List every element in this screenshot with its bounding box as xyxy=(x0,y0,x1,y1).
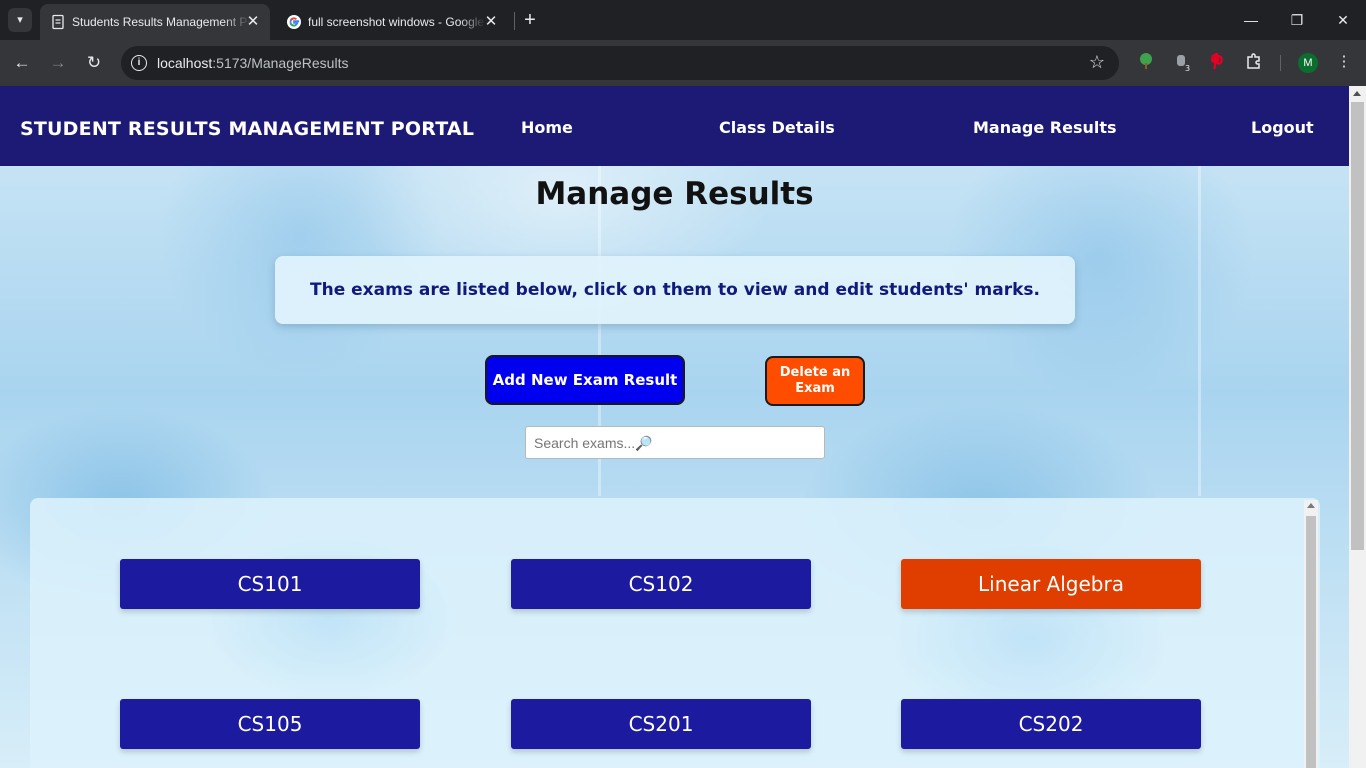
tab-title: Students Results Management Portal xyxy=(72,15,250,29)
nav-home-link[interactable]: Home xyxy=(521,118,573,137)
new-tab-plus-icon[interactable]: + xyxy=(520,8,540,32)
tab-title: full screenshot windows - Google Search xyxy=(308,15,486,29)
scrollbar-thumb[interactable] xyxy=(1306,516,1316,768)
add-exam-result-button[interactable]: Add New Exam Result xyxy=(485,355,685,405)
pinterest-extension-icon[interactable] xyxy=(1208,52,1228,72)
page-viewport: STUDENT RESULTS MANAGEMENT PORTAL Home C… xyxy=(0,86,1366,768)
puzzle-extensions-icon[interactable] xyxy=(1244,52,1264,72)
tab-separator xyxy=(514,12,515,30)
exam-card[interactable]: CS201 xyxy=(511,699,811,749)
page-title: Manage Results xyxy=(535,176,814,212)
bookmark-star-icon[interactable]: ☆ xyxy=(1089,52,1105,73)
tab-search-chevron-icon[interactable]: ▾ xyxy=(8,8,32,32)
scroll-up-arrow-icon[interactable] xyxy=(1353,91,1361,96)
nav-class-details-link[interactable]: Class Details xyxy=(719,118,835,137)
window-close-icon[interactable]: ✕ xyxy=(1320,0,1366,40)
site-info-icon[interactable]: i xyxy=(131,55,147,71)
page-scrollbar[interactable] xyxy=(1349,86,1366,768)
address-bar[interactable]: i localhost:5173/ManageResults ☆ xyxy=(121,46,1119,80)
portal-brand[interactable]: STUDENT RESULTS MANAGEMENT PORTAL xyxy=(20,118,474,140)
menu-kebab-icon[interactable]: ⋮ xyxy=(1334,52,1354,72)
forward-arrow-icon[interactable]: → xyxy=(46,51,70,75)
toolbar-separator xyxy=(1280,55,1281,71)
browser-tab-strip: ▾ Students Results Management Portal ✕ f… xyxy=(0,0,1366,40)
delete-exam-button[interactable]: Delete an Exam xyxy=(765,356,865,406)
nav-manage-results-link[interactable]: Manage Results xyxy=(973,118,1117,137)
tab-close-icon[interactable]: ✕ xyxy=(244,13,262,31)
back-arrow-icon[interactable]: ← xyxy=(10,51,34,75)
exam-card[interactable]: CS101 xyxy=(120,559,420,609)
url-text[interactable]: localhost:5173/ManageResults xyxy=(157,55,348,71)
search-exams-input[interactable] xyxy=(525,426,825,459)
exam-card[interactable]: CS102 xyxy=(511,559,811,609)
scroll-up-arrow-icon[interactable] xyxy=(1307,503,1315,508)
exam-card[interactable]: CS105 xyxy=(120,699,420,749)
browser-toolbar: ← → ↻ i localhost:5173/ManageResults ☆ 3… xyxy=(0,40,1366,86)
exam-list-scrollbar[interactable] xyxy=(1304,500,1318,768)
tab-close-icon[interactable]: ✕ xyxy=(482,13,500,31)
svg-text:3: 3 xyxy=(1185,64,1190,72)
minimize-icon[interactable]: — xyxy=(1228,0,1274,40)
tree-extension-icon[interactable] xyxy=(1136,52,1156,72)
keys-extension-icon[interactable]: 3 xyxy=(1173,52,1193,73)
nav-logout-link[interactable]: Logout xyxy=(1251,118,1314,137)
exam-list-panel: CS101 CS102 Linear Algebra CS105 CS201 C… xyxy=(30,498,1320,768)
profile-avatar[interactable]: M xyxy=(1298,53,1318,73)
scrollbar-thumb[interactable] xyxy=(1351,102,1364,550)
reload-icon[interactable]: ↻ xyxy=(82,51,106,75)
google-favicon-icon xyxy=(287,15,301,29)
tab-students-results[interactable]: Students Results Management Portal ✕ xyxy=(40,4,270,40)
info-message: The exams are listed below, click on the… xyxy=(275,256,1075,324)
portal-navbar: STUDENT RESULTS MANAGEMENT PORTAL Home C… xyxy=(0,86,1349,166)
exam-grid: CS101 CS102 Linear Algebra CS105 CS201 C… xyxy=(30,498,1320,768)
exam-card[interactable]: Linear Algebra xyxy=(901,559,1201,609)
tab-google-search[interactable]: full screenshot windows - Google Search … xyxy=(276,4,508,40)
exam-card[interactable]: CS202 xyxy=(901,699,1201,749)
restore-icon[interactable]: ❐ xyxy=(1274,0,1320,40)
document-favicon-icon xyxy=(52,14,64,30)
background-streak xyxy=(1198,166,1201,496)
